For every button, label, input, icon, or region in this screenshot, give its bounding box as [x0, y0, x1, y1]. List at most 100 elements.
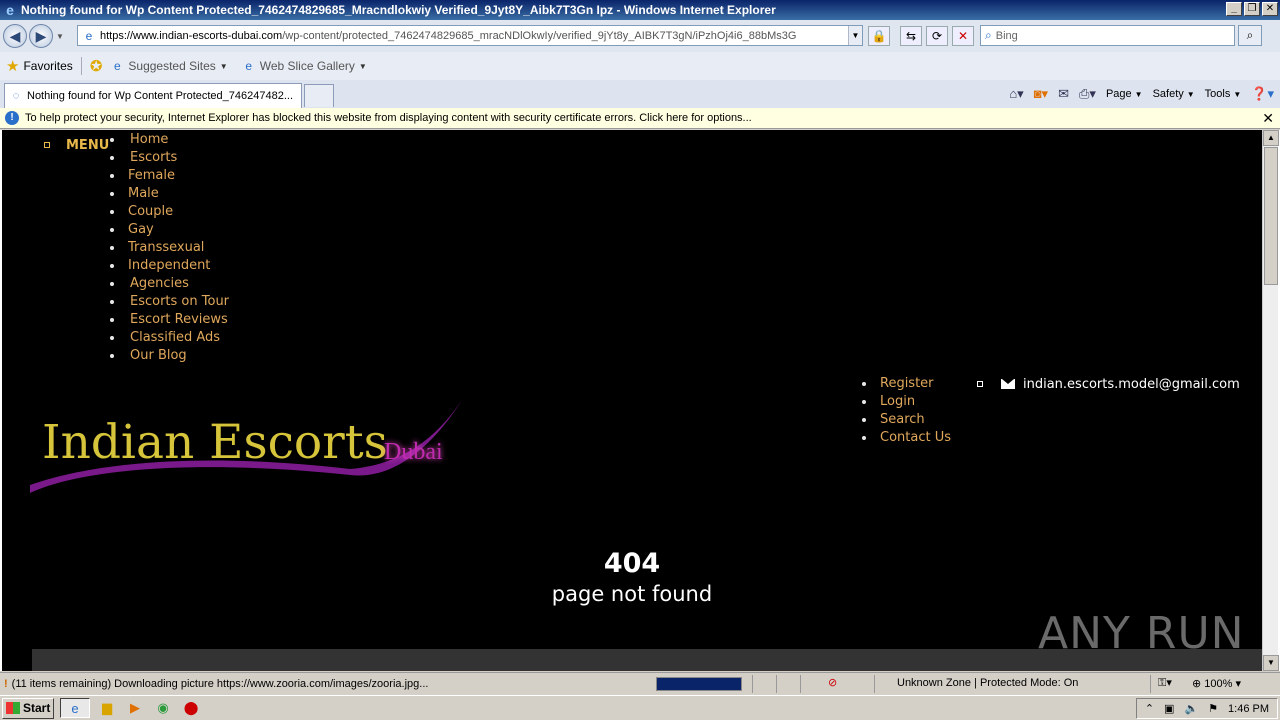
address-field[interactable]: e https://www.indian-escorts-dubai.com/w…	[77, 25, 863, 46]
nav-item-home[interactable]: Home	[108, 131, 229, 149]
page-menu[interactable]: Page ▼	[1106, 88, 1143, 100]
address-dropdown[interactable]: ▼	[848, 26, 862, 45]
logo-subtitle: Dubai	[384, 439, 443, 465]
nav-item-escorts-on-tour[interactable]: Escorts on Tour	[108, 293, 229, 311]
status-bar: ! (11 items remaining) Downloading pictu…	[0, 672, 1280, 694]
shield-icon: !	[5, 111, 19, 125]
tab-label: Nothing found for Wp Content Protected_7…	[27, 90, 294, 102]
nav-item-couple[interactable]: Couple	[108, 203, 229, 221]
stop-icon[interactable]: ✕	[952, 26, 974, 46]
nav-item-escort-reviews[interactable]: Escort Reviews	[108, 311, 229, 329]
nav-item-escorts[interactable]: Escorts	[108, 149, 229, 167]
envelope-icon	[1001, 379, 1015, 389]
volume-icon[interactable]: 🔈	[1184, 702, 1198, 715]
action-center-icon[interactable]: ⚑	[1208, 702, 1218, 715]
forward-button[interactable]: ▶	[29, 24, 53, 48]
nav-item-agencies[interactable]: Agencies	[108, 275, 229, 293]
menu-toggle[interactable]: MENU	[66, 138, 109, 153]
nav-item-female[interactable]: Female	[108, 167, 229, 185]
warning-icon: !	[4, 677, 8, 690]
security-infobar[interactable]: ! To help protect your security, Interne…	[0, 108, 1280, 129]
page-menu-label: Page	[1105, 88, 1132, 100]
start-button[interactable]: Start	[2, 697, 54, 719]
network-icon[interactable]: ▣	[1164, 702, 1174, 715]
back-button[interactable]: ◀	[3, 24, 27, 48]
print-icon[interactable]: ⎙▾	[1079, 86, 1096, 102]
media-player-taskbar-icon[interactable]: ▶	[124, 698, 146, 718]
new-tab-button[interactable]	[304, 84, 334, 107]
nav-item-gay[interactable]: Gay	[108, 221, 229, 239]
logo-title: Indian Escorts	[42, 415, 388, 470]
compatibility-icon[interactable]: ⇆	[900, 26, 922, 46]
scroll-down-icon[interactable]: ▼	[1263, 655, 1279, 671]
tab-bar: ◌ Nothing found for Wp Content Protected…	[0, 80, 1280, 108]
site-logo[interactable]: Indian Escorts Dubai	[30, 395, 470, 505]
tab-active[interactable]: ◌ Nothing found for Wp Content Protected…	[4, 83, 302, 108]
title-bar: e Nothing found for Wp Content Protected…	[0, 0, 1280, 20]
email-address: indian.escorts.model@gmail.com	[1023, 376, 1240, 392]
ie-logo-icon: e	[6, 2, 14, 18]
web-page: MENU Home Escorts Female Male Couple Gay…	[2, 130, 1262, 671]
recent-pages-dropdown[interactable]: ▼	[56, 32, 64, 41]
nav-item-classified-ads[interactable]: Classified Ads	[108, 329, 229, 347]
search-link[interactable]: Search	[860, 411, 951, 429]
help-icon[interactable]: ❓▾	[1251, 86, 1274, 102]
security-zone[interactable]: Unknown Zone | Protected Mode: On	[897, 677, 1078, 689]
windows-logo-icon	[6, 702, 20, 714]
tools-menu[interactable]: Tools ▼	[1205, 88, 1242, 100]
vertical-scrollbar[interactable]: ▲ ▼	[1262, 130, 1279, 671]
popup-blocked-icon[interactable]: ⊘	[828, 676, 837, 689]
error-message: page not found	[551, 582, 713, 606]
add-favorite-icon[interactable]: ✪	[90, 57, 103, 75]
address-toolbar: ◀ ▶ ▼ e https://www.indian-escorts-dubai…	[0, 20, 1280, 52]
register-link[interactable]: Register	[860, 375, 951, 393]
email-contact[interactable]: indian.escorts.model@gmail.com	[977, 375, 1240, 393]
protected-mode-icon[interactable]: ⚿▾	[1158, 676, 1172, 690]
nav-item-male[interactable]: Male	[108, 185, 229, 203]
search-button[interactable]: ⌕	[1238, 25, 1262, 46]
search-placeholder: Bing	[995, 29, 1018, 42]
search-field[interactable]: ⌕ Bing	[980, 25, 1235, 46]
account-nav: Register Login Search Contact Us	[860, 375, 951, 447]
safety-menu-label: Safety	[1152, 88, 1184, 100]
opera-taskbar-icon[interactable]: ⬤	[180, 698, 202, 718]
mail-icon[interactable]: ✉	[1058, 86, 1069, 102]
lock-icon[interactable]: 🔒	[868, 26, 890, 46]
nav-item-independent[interactable]: Independent	[108, 257, 229, 275]
ie-taskbar-icon[interactable]: e	[60, 698, 90, 718]
download-progress	[656, 677, 742, 691]
tray-arrow-icon[interactable]: ⌃	[1145, 702, 1154, 715]
web-slice-gallery-label: Web Slice Gallery	[259, 59, 355, 73]
login-link[interactable]: Login	[860, 393, 951, 411]
web-slice-gallery-button[interactable]: e Web Slice Gallery ▼	[242, 59, 366, 73]
infobar-close-icon[interactable]: ✕	[1262, 110, 1274, 127]
status-text: (11 items remaining) Downloading picture…	[11, 677, 429, 690]
close-window-button[interactable]: ✕	[1262, 2, 1278, 16]
contact-us-link[interactable]: Contact Us	[860, 429, 951, 447]
start-label: Start	[23, 701, 51, 715]
main-nav: Home Escorts Female Male Couple Gay Tran…	[108, 131, 229, 365]
home-icon[interactable]: ⌂▾	[1009, 86, 1023, 102]
folder-taskbar-icon[interactable]: ▆	[96, 698, 118, 718]
safety-menu[interactable]: Safety ▼	[1153, 88, 1195, 100]
chrome-taskbar-icon[interactable]: ◉	[152, 698, 174, 718]
system-tray: ⌃ ▣ 🔈 ⚑ 1:46 PM	[1135, 698, 1278, 719]
refresh-icon[interactable]: ⟳	[926, 26, 948, 46]
ie-page-icon: e	[114, 59, 121, 73]
favorites-button[interactable]: ★ Favorites	[6, 57, 73, 75]
clock[interactable]: 1:46 PM	[1228, 703, 1269, 715]
suggested-sites-button[interactable]: e Suggested Sites ▼	[110, 59, 228, 73]
suggested-sites-label: Suggested Sites	[128, 59, 216, 73]
tools-menu-label: Tools	[1204, 88, 1231, 100]
zoom-level[interactable]: ⊕ 100% ▾	[1192, 677, 1241, 690]
zoom-value: 100%	[1204, 678, 1233, 690]
loading-icon: ◌	[12, 90, 20, 102]
minimize-button[interactable]: _	[1226, 2, 1242, 16]
feeds-icon[interactable]: ◙▾	[1034, 86, 1048, 102]
restore-button[interactable]: ❐	[1244, 2, 1260, 16]
nav-item-our-blog[interactable]: Our Blog	[108, 347, 229, 365]
scroll-thumb[interactable]	[1264, 147, 1278, 285]
nav-item-transsexual[interactable]: Transsexual	[108, 239, 229, 257]
scroll-up-icon[interactable]: ▲	[1263, 130, 1279, 146]
favorites-bar: ★ Favorites ✪ e Suggested Sites ▼ e Web …	[0, 52, 1280, 80]
